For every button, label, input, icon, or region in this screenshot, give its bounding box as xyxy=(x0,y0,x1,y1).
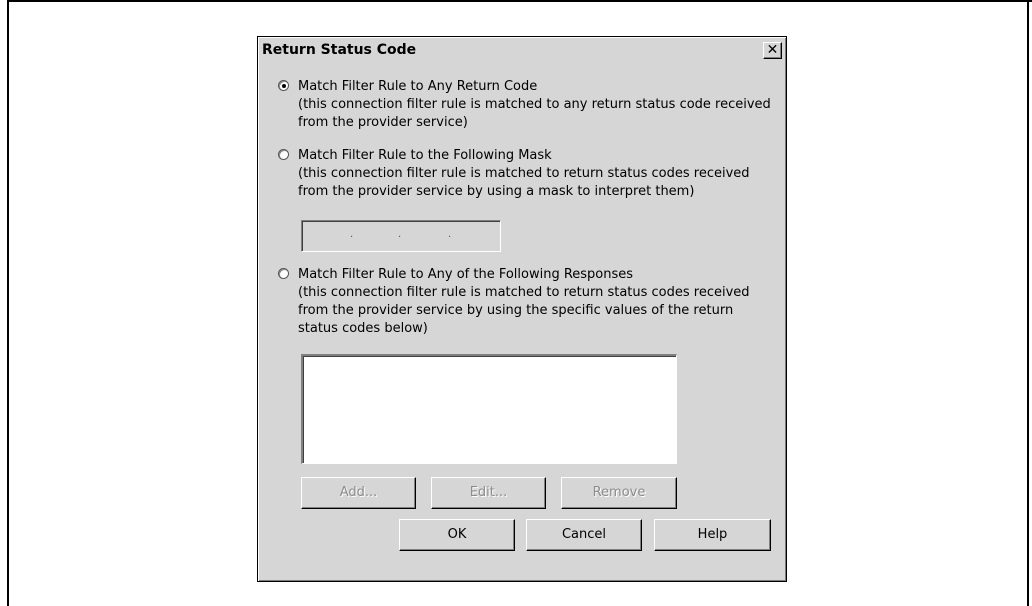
responses-listbox[interactable] xyxy=(301,354,677,464)
close-icon: ✕ xyxy=(766,42,779,58)
option-description: status codes below) xyxy=(298,321,428,336)
radio-following-responses[interactable] xyxy=(278,268,289,279)
option-label: Match Filter Rule to Any Return Code xyxy=(298,79,538,94)
option-description: from the provider service by using the s… xyxy=(298,303,734,318)
option-description: from the provider service by using a mas… xyxy=(298,184,695,199)
ok-button[interactable]: OK xyxy=(399,519,515,551)
dialog-titlebar[interactable]: Return Status Code ✕ xyxy=(260,39,784,61)
option-label: Match Filter Rule to Any of the Followin… xyxy=(298,267,634,282)
remove-button[interactable]: Remove xyxy=(561,477,677,509)
add-button[interactable]: Add... xyxy=(301,477,416,509)
option-description: (this connection filter rule is matched … xyxy=(298,285,750,300)
mask-separator: . xyxy=(398,229,402,240)
option-description: (this connection filter rule is matched … xyxy=(298,166,750,181)
close-button[interactable]: ✕ xyxy=(763,42,782,59)
edit-button[interactable]: Edit... xyxy=(431,477,546,509)
page-frame-left xyxy=(7,0,9,606)
cancel-button[interactable]: Cancel xyxy=(526,519,642,551)
mask-input[interactable]: . . . xyxy=(301,220,501,252)
radio-any-return-code[interactable] xyxy=(278,80,289,91)
return-status-code-dialog: Return Status Code ✕ Match Filter Rule t… xyxy=(257,36,787,582)
page-frame-right xyxy=(1027,0,1029,606)
mask-separator: . xyxy=(448,229,452,240)
dialog-title: Return Status Code xyxy=(262,42,417,58)
page-frame-top xyxy=(7,0,1032,2)
option-description: (this connection filter rule is matched … xyxy=(298,97,771,112)
mask-separator: . xyxy=(350,229,354,240)
option-label: Match Filter Rule to the Following Mask xyxy=(298,148,552,163)
option-description: from the provider service) xyxy=(298,115,468,130)
help-button[interactable]: Help xyxy=(654,519,771,551)
radio-following-mask[interactable] xyxy=(278,149,289,160)
